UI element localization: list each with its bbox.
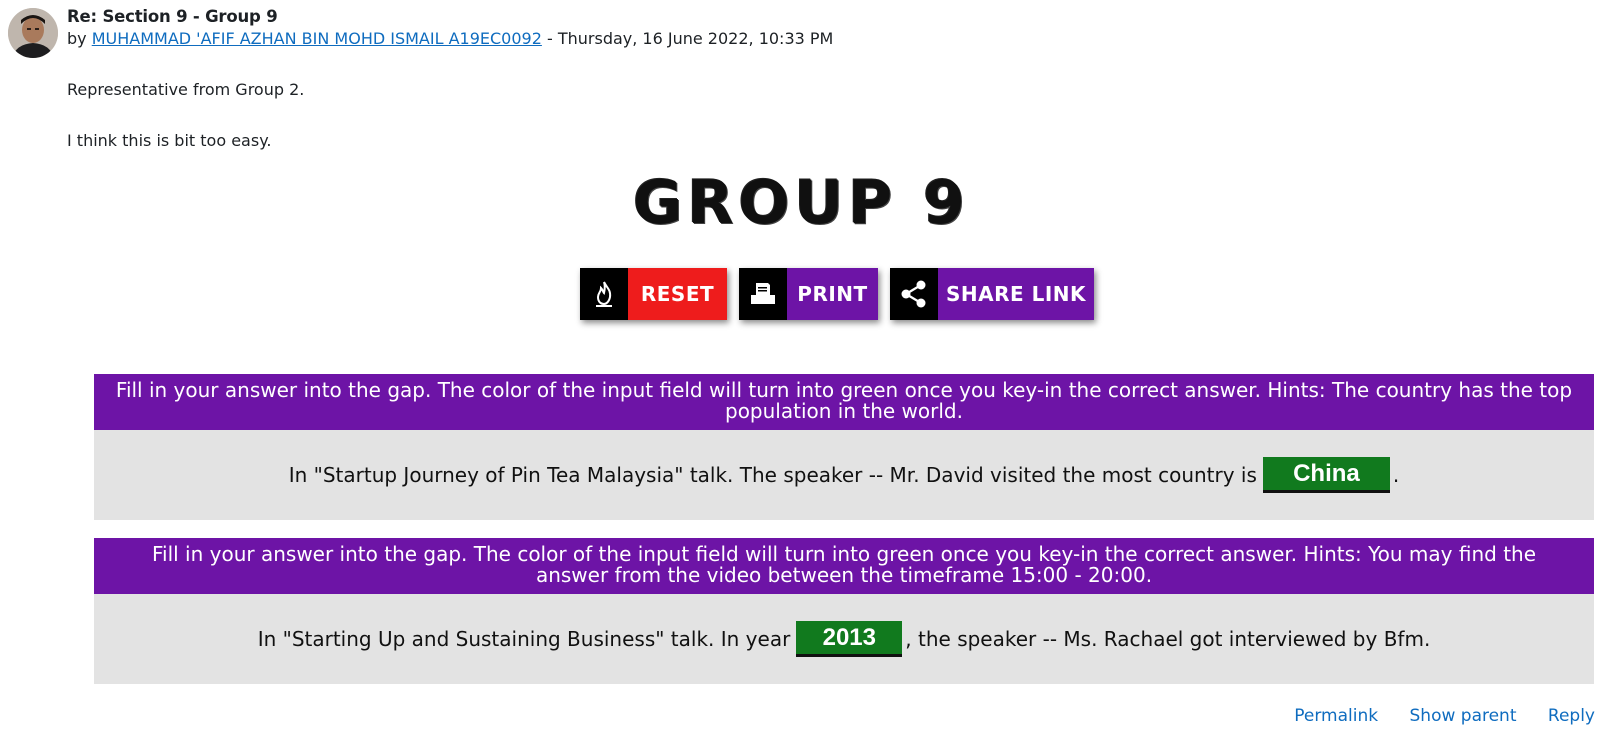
message-line-1: Representative from Group 2.: [67, 80, 305, 99]
question-2: Fill in your answer into the gap. The co…: [94, 538, 1594, 684]
question-1-text-before: In "Startup Journey of Pin Tea Malaysia"…: [288, 463, 1257, 487]
question-2-instruction: Fill in your answer into the gap. The co…: [94, 538, 1594, 594]
printer-icon: [739, 268, 787, 320]
activity-title-text: GROUP 9: [633, 168, 970, 238]
share-link-label: SHARE LINK: [938, 268, 1094, 320]
post-subject: Re: Section 9 - Group 9: [67, 7, 278, 26]
print-label: PRINT: [787, 268, 878, 320]
permalink-link[interactable]: Permalink: [1294, 706, 1378, 726]
post-date: - Thursday, 16 June 2022, 10:33 PM: [547, 29, 834, 48]
question-1-body: In "Startup Journey of Pin Tea Malaysia"…: [94, 430, 1594, 520]
fire-icon: [580, 268, 628, 320]
post-actions: Permalink Show parent Reply: [1268, 706, 1595, 726]
author-link[interactable]: MUHAMMAD 'AFIF AZHAN BIN MOHD ISMAIL A19…: [92, 29, 542, 48]
reset-label: RESET: [628, 268, 727, 320]
by-label: by: [67, 29, 87, 48]
reset-button[interactable]: RESET: [580, 268, 727, 320]
activity-title: GROUP 9: [0, 168, 1603, 238]
question-2-text-before: In "Starting Up and Sustaining Business"…: [257, 627, 791, 651]
post-byline: by MUHAMMAD 'AFIF AZHAN BIN MOHD ISMAIL …: [67, 27, 833, 51]
share-icon: [890, 268, 938, 320]
share-link-button[interactable]: SHARE LINK: [890, 268, 1094, 320]
message-line-2: I think this is bit too easy.: [67, 131, 272, 150]
user-photo-icon: [8, 8, 58, 58]
question-1-text-after: .: [1392, 463, 1400, 487]
show-parent-link[interactable]: Show parent: [1410, 706, 1517, 726]
print-button[interactable]: PRINT: [739, 268, 878, 320]
reply-link[interactable]: Reply: [1548, 706, 1595, 726]
avatar[interactable]: [8, 8, 58, 58]
question-2-text-after: , the speaker -- Ms. Rachael got intervi…: [905, 627, 1431, 651]
question-1-instruction: Fill in your answer into the gap. The co…: [94, 374, 1594, 430]
post-header: Re: Section 9 - Group 9 by MUHAMMAD 'AFI…: [67, 7, 833, 51]
question-1: Fill in your answer into the gap. The co…: [94, 374, 1594, 520]
answer-input-2[interactable]: 2013: [796, 621, 903, 657]
answer-input-1[interactable]: China: [1262, 457, 1390, 493]
forum-post: Re: Section 9 - Group 9 by MUHAMMAD 'AFI…: [0, 0, 1603, 739]
question-2-body: In "Starting Up and Sustaining Business"…: [94, 594, 1594, 684]
